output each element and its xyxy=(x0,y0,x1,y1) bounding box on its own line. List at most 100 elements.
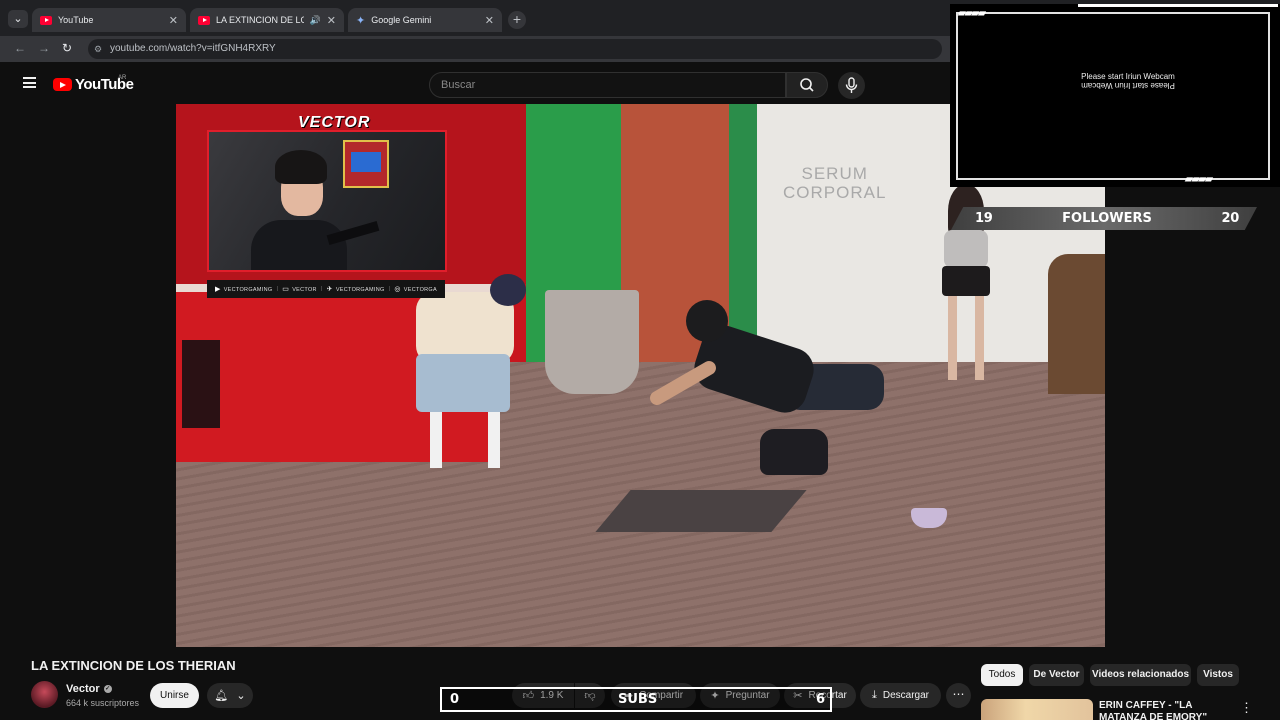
channel-avatar[interactable] xyxy=(31,681,58,708)
crouching-person xyxy=(394,274,526,474)
tab-title: YouTube xyxy=(58,15,94,25)
social-label: VECTORGAMING xyxy=(223,287,273,293)
bystander-right xyxy=(1048,254,1105,394)
stripes-decoration: ▰▰▰▰ xyxy=(1185,174,1213,185)
verified-icon: ✓ xyxy=(103,685,112,693)
bowl xyxy=(911,508,947,528)
webcam-frame xyxy=(956,12,1270,180)
store-sign: SERUM CORPORAL xyxy=(783,164,887,202)
more-actions-button[interactable]: ⋯ xyxy=(946,683,971,708)
youtube-favicon-icon xyxy=(40,15,52,25)
chip-all[interactable]: Todos xyxy=(981,664,1023,686)
search-input[interactable]: Buscar xyxy=(429,72,786,98)
social-youtube: ▶ VECTORGAMING xyxy=(215,285,272,293)
search-button[interactable] xyxy=(786,72,828,98)
address-bar-row: ← → ↻ ⚙ youtube.com/watch?v=itfGNH4RXRY xyxy=(0,36,950,62)
microphone-arm xyxy=(326,221,380,245)
twitter-icon: ✈ xyxy=(326,286,333,293)
streamer-label: VECTOR xyxy=(298,114,371,131)
notifications-button[interactable]: 🔔︎ ⌄ xyxy=(207,683,253,708)
close-tab-icon[interactable]: ✕ xyxy=(485,14,494,27)
chip-related[interactable]: Videos relacionados xyxy=(1090,664,1191,686)
new-tab-button[interactable]: + xyxy=(508,11,526,29)
social-label: VECTORGA xyxy=(403,287,437,293)
followers-current: 19 xyxy=(975,211,993,226)
subscriber-count: 664 k suscriptores xyxy=(66,698,140,708)
more-horizontal-icon: ⋯ xyxy=(952,687,965,701)
url-field[interactable]: ⚙ youtube.com/watch?v=itfGNH4RXRY xyxy=(88,39,942,59)
forward-arrow-icon[interactable]: → xyxy=(38,41,50,55)
recommendation-thumbnail[interactable] xyxy=(981,699,1093,720)
tab-youtube[interactable]: YouTube ✕ xyxy=(32,8,186,32)
instagram-icon: ◎ xyxy=(394,286,401,293)
floor-grate xyxy=(595,490,807,532)
arcade-machine xyxy=(343,140,389,188)
gemini-favicon-icon: ✦ xyxy=(356,14,366,27)
country-code: AR xyxy=(118,75,127,81)
skirt xyxy=(942,266,990,296)
youtube-icon: ▶ xyxy=(215,286,221,293)
social-label: VECTORGAMING xyxy=(335,287,385,293)
subs-current: 0 xyxy=(450,692,460,707)
download-label: Descargar xyxy=(882,690,929,701)
legs xyxy=(430,412,500,468)
voice-search-button[interactable] xyxy=(838,72,865,99)
stripes-decoration: ▰▰▰▰ xyxy=(958,8,986,19)
legs xyxy=(948,296,984,380)
webcam-overlay-widget: ▰▰▰▰ ▰▰▰▰ Please start Iriun Webcam Plea… xyxy=(950,4,1280,187)
black-bag xyxy=(760,429,828,475)
social-twitch: ▭ VECTOR xyxy=(282,285,317,293)
join-button[interactable]: Unirse xyxy=(150,683,199,708)
twitch-icon: ▭ xyxy=(282,286,290,293)
reload-icon[interactable]: ↻ xyxy=(62,41,72,55)
youtube-favicon-icon xyxy=(198,15,210,25)
subs-goal: 6 xyxy=(816,692,826,707)
hair xyxy=(275,150,327,184)
chip-watched[interactable]: Vistos xyxy=(1197,664,1239,686)
download-icon: ⤓ xyxy=(871,689,877,701)
separator: | xyxy=(320,286,323,292)
close-tab-icon[interactable]: ✕ xyxy=(327,14,336,27)
subs-goal-bar: 0 SUBS 6 xyxy=(440,687,832,712)
webcam-message: Please start Iriun Webcam Please start I… xyxy=(1050,72,1206,90)
channel-name-text: Vector xyxy=(66,683,100,695)
tab-video[interactable]: LA EXTINCION DE LOS THERIAN 🔊 ✕ xyxy=(190,8,344,32)
tab-title: Google Gemini xyxy=(371,15,432,25)
separator: | xyxy=(388,286,391,292)
video-title: LA EXTINCION DE LOS THERIAN xyxy=(31,658,236,673)
back-arrow-icon[interactable]: ← xyxy=(14,41,26,55)
more-vertical-icon[interactable]: ⋮ xyxy=(1240,700,1253,716)
shorts xyxy=(416,354,510,412)
followers-goal-bar: 19 FOLLOWERS 20 xyxy=(951,207,1257,230)
social-instagram: ◎ VECTORGA xyxy=(394,285,437,293)
social-twitter: ✈ VECTORGAMING xyxy=(327,285,385,293)
head xyxy=(686,300,728,342)
tab-search-button[interactable]: ⌄ xyxy=(8,10,28,28)
tab-gemini[interactable]: ✦ Google Gemini ✕ xyxy=(348,8,502,32)
bell-icon: 🔔︎ xyxy=(214,690,229,702)
chevron-down-icon: ⌄ xyxy=(236,690,246,702)
webcam-message-text: Please start Iriun Webcam xyxy=(1081,72,1175,81)
followers-goal: 20 xyxy=(1221,211,1240,226)
site-settings-icon[interactable]: ⚙ xyxy=(94,39,102,59)
channel-name[interactable]: Vector ✓ xyxy=(66,683,112,695)
microphone-icon xyxy=(845,77,858,93)
chip-from-channel[interactable]: De Vector xyxy=(1029,664,1084,686)
frame-accent xyxy=(1078,4,1278,10)
separator: | xyxy=(276,286,279,292)
close-tab-icon[interactable]: ✕ xyxy=(169,14,178,27)
search-icon xyxy=(800,78,814,92)
speaker-icon[interactable]: 🔊 xyxy=(310,15,321,26)
youtube-play-icon xyxy=(53,78,72,91)
followers-label: FOLLOWERS xyxy=(1062,211,1152,226)
social-label: VECTOR xyxy=(292,287,317,293)
planter xyxy=(545,290,639,394)
download-button[interactable]: ⤓ Descargar xyxy=(860,683,941,708)
social-links-bar: ▶ VECTORGAMING | ▭ VECTOR | ✈ VECTORGAMING … xyxy=(207,280,445,298)
webcam-message-mirrored: Please start Iriun Webcam xyxy=(1081,81,1175,90)
recommendation-title[interactable]: ERIN CAFFEY - "LA MATANZA DE EMORY" xyxy=(1099,700,1231,720)
menu-icon[interactable] xyxy=(23,77,36,88)
subs-label: SUBS xyxy=(618,692,658,707)
streamer xyxy=(251,150,380,270)
tab-title: LA EXTINCION DE LOS THERIAN xyxy=(216,15,304,25)
